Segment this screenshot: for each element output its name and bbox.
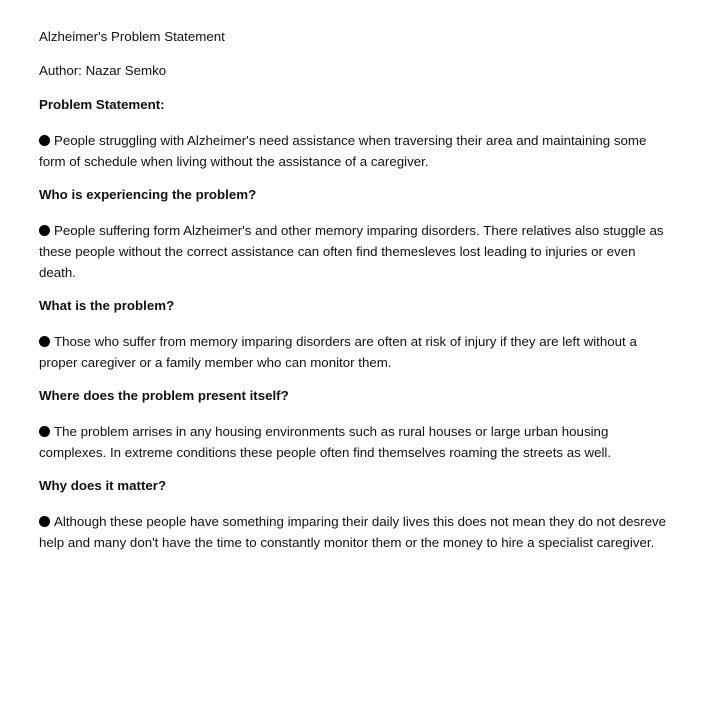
document-title: Alzheimer's Problem Statement — [39, 29, 225, 44]
bullet-text: Although these people have something imp… — [39, 514, 667, 550]
document-page: Alzheimer's Problem Statement Author: Na… — [39, 26, 667, 565]
bullet-icon — [39, 426, 50, 437]
section-text-where: The problem arrises in any housing envir… — [39, 421, 667, 463]
section-text-what: Those who suffer from memory imparing di… — [39, 331, 667, 373]
bullet-icon — [39, 135, 50, 146]
section-heading-why: Why does it matter? — [39, 478, 167, 493]
bullet-text: People suffering form Alzheimer's and ot… — [39, 223, 664, 280]
section-heading-problem-statement: Problem Statement: — [39, 97, 165, 112]
bullet-icon — [39, 516, 50, 527]
bullet-text: The problem arrises in any housing envir… — [39, 424, 612, 460]
section-text-problem-statement: People struggling with Alzheimer's need … — [39, 130, 667, 172]
section-heading-what: What is the problem? — [39, 298, 175, 313]
bullet-text: Those who suffer from memory imparing di… — [39, 334, 637, 370]
document-author: Author: Nazar Semko — [39, 63, 167, 78]
bullet-text: People struggling with Alzheimer's need … — [39, 133, 647, 169]
section-text-why: Although these people have something imp… — [39, 511, 667, 553]
bullet-icon — [39, 225, 50, 236]
bullet-icon — [39, 336, 50, 347]
section-text-who: People suffering form Alzheimer's and ot… — [39, 220, 667, 283]
section-heading-who: Who is experiencing the problem? — [39, 187, 257, 202]
section-heading-where: Where does the problem present itself? — [39, 388, 289, 403]
